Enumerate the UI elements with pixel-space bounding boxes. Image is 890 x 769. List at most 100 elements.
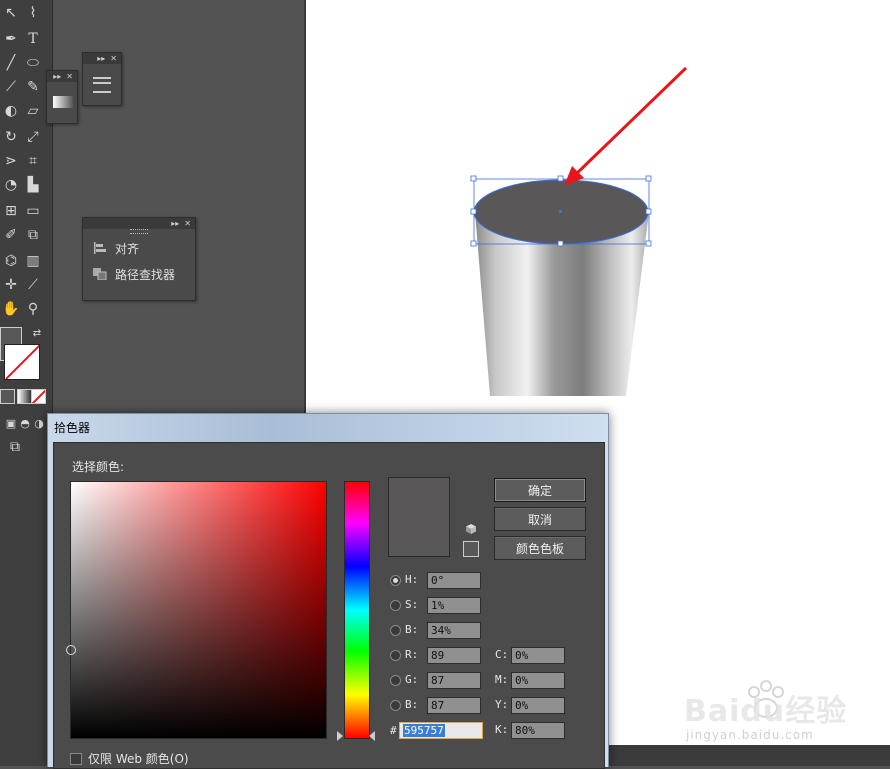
watermark-brand: Baidu经验 xyxy=(684,694,848,729)
color-field[interactable] xyxy=(66,481,327,739)
shape-builder-tool-icon[interactable]: ◔ xyxy=(0,174,22,196)
blob-brush-tool-icon[interactable]: ◐ xyxy=(0,100,22,122)
collapsed-panel-menu[interactable]: ▸▸ ✕ xyxy=(82,52,122,106)
yellow-label: Y: xyxy=(495,698,509,711)
hex-label: # xyxy=(390,724,397,737)
baidu-watermark: Baidu经验 jingyan.baidu.com xyxy=(682,672,882,752)
align-icon xyxy=(93,242,107,254)
ok-button[interactable]: 确定 xyxy=(494,478,586,502)
green-label: G: xyxy=(405,673,419,686)
zoom-tool-icon[interactable]: ⚲ xyxy=(22,298,44,320)
panel-header: ▸▸ ✕ xyxy=(83,218,195,229)
red-radio[interactable] xyxy=(390,650,401,661)
color-picker-dialog: 拾色器 选择颜色: 确定 取消 颜色色板 H: 0° S: 1% B: 34% … xyxy=(47,413,609,769)
width-tool-icon[interactable]: ⋗ xyxy=(0,150,22,172)
blend-tool-icon[interactable]: ⧉ xyxy=(22,224,44,246)
brightness-input[interactable]: 34% xyxy=(427,622,481,639)
pathfinder-icon xyxy=(93,268,107,281)
align-panel-item[interactable]: 对齐 xyxy=(83,235,195,261)
hex-input[interactable]: 595757 xyxy=(399,722,483,739)
type-tool-icon[interactable]: T xyxy=(22,28,44,50)
perspective-grid-tool-icon[interactable]: ▙ xyxy=(22,174,44,196)
black-label: K: xyxy=(495,723,509,736)
rotate-tool-icon[interactable]: ↻ xyxy=(0,126,22,148)
column-graph-tool-icon[interactable]: ▥ xyxy=(22,250,44,272)
hue-slider-right-arrow[interactable] xyxy=(369,731,375,741)
pen-tool-icon[interactable]: ✒ xyxy=(0,28,22,50)
magenta-label: M: xyxy=(495,673,509,686)
center-point xyxy=(559,210,562,213)
red-input[interactable]: 89 xyxy=(427,647,481,664)
blue-radio[interactable] xyxy=(390,700,401,711)
magenta-input[interactable]: 0% xyxy=(511,672,565,689)
scale-tool-icon[interactable]: ⤢ xyxy=(22,126,44,148)
paintbrush-tool-icon[interactable]: ⟋ xyxy=(0,76,22,98)
collapsed-gradient-panel[interactable]: ▸▸ ✕ xyxy=(46,70,78,124)
hue-input[interactable]: 0° xyxy=(427,572,481,589)
cyan-input[interactable]: 0% xyxy=(511,647,565,664)
expand-icon[interactable]: ▸▸ xyxy=(53,72,61,81)
none-mode-button[interactable] xyxy=(31,389,46,404)
gradient-mode-button[interactable] xyxy=(17,389,32,404)
close-icon[interactable]: ✕ xyxy=(110,54,117,63)
current-color-swatch xyxy=(388,477,450,557)
eyedropper-tool-icon[interactable]: ✐ xyxy=(0,224,22,246)
hue-slider-left-arrow[interactable] xyxy=(337,731,343,741)
expand-icon[interactable]: ▸▸ xyxy=(97,54,105,63)
screen-mode-icon[interactable]: ⧉ xyxy=(4,436,26,458)
pathfinder-panel-item[interactable]: 路径查找器 xyxy=(83,261,195,287)
color-mode-button[interactable] xyxy=(0,389,15,404)
web-colors-only-checkbox[interactable] xyxy=(70,753,82,765)
brightness-radio[interactable] xyxy=(390,625,401,636)
eraser-tool-icon[interactable]: ▱ xyxy=(22,100,44,122)
symbol-sprayer-tool-icon[interactable]: ⌬ xyxy=(0,250,22,272)
dialog-title: 拾色器 xyxy=(54,421,91,435)
selection-tool-icon[interactable]: ↖ xyxy=(0,2,22,24)
line-tool-icon[interactable]: ╱ xyxy=(0,52,22,74)
out-of-gamut-cube-icon[interactable] xyxy=(465,523,477,535)
select-color-label: 选择颜色: xyxy=(72,460,125,474)
stroke-swatch[interactable] xyxy=(4,344,40,380)
saturation-input[interactable]: 1% xyxy=(427,597,481,614)
web-colors-only-label: 仅限 Web 颜色(O) xyxy=(88,752,189,766)
cup-artwork[interactable] xyxy=(306,0,890,420)
free-transform-tool-icon[interactable]: ⌗ xyxy=(22,150,44,172)
annotation-arrow-shaft xyxy=(572,66,688,178)
color-swatches-button[interactable]: 颜色色板 xyxy=(494,536,586,560)
pathfinder-label: 路径查找器 xyxy=(115,267,176,282)
artboard-tool-icon[interactable]: ✛ xyxy=(0,274,22,296)
watermark-url: jingyan.baidu.com xyxy=(686,728,814,742)
close-icon[interactable]: ✕ xyxy=(184,219,191,228)
align-label: 对齐 xyxy=(115,241,140,256)
slice-tool-icon[interactable]: ⟋ xyxy=(22,274,44,296)
cancel-button[interactable]: 取消 xyxy=(494,507,586,531)
hue-radio[interactable] xyxy=(390,575,401,586)
yellow-input[interactable]: 0% xyxy=(511,697,565,714)
cyan-label: C: xyxy=(495,648,509,661)
websafe-color-swatch[interactable] xyxy=(463,541,479,557)
lasso-tool-icon[interactable]: ⌇ xyxy=(22,2,44,24)
hue-slider[interactable] xyxy=(344,481,370,739)
panel-header: ▸▸ ✕ xyxy=(47,71,77,82)
black-input[interactable]: 80% xyxy=(511,722,565,739)
brightness-label: B: xyxy=(405,623,419,636)
saturation-radio[interactable] xyxy=(390,600,401,611)
pencil-tool-icon[interactable]: ✎ xyxy=(22,76,44,98)
close-icon[interactable]: ✕ xyxy=(66,72,73,81)
color-field-cursor[interactable] xyxy=(66,645,76,655)
ellipse-tool-icon[interactable]: ⬭ xyxy=(22,52,44,74)
dialog-body: 选择颜色: 确定 取消 颜色色板 H: 0° S: 1% B: 34% R: 8… xyxy=(53,442,605,769)
gradient-tool-icon[interactable]: ▭ xyxy=(22,200,44,222)
gradient-thumb[interactable] xyxy=(53,96,73,108)
hue-label: H: xyxy=(405,573,419,586)
expand-icon[interactable]: ▸▸ xyxy=(171,219,179,228)
saturation-label: S: xyxy=(405,598,419,611)
green-input[interactable]: 87 xyxy=(427,672,481,689)
blue-input[interactable]: 87 xyxy=(427,697,481,714)
menu-icon[interactable] xyxy=(93,77,111,93)
mesh-tool-icon[interactable]: ⊞ xyxy=(0,200,22,222)
swap-fill-stroke-icon[interactable]: ⇄ xyxy=(26,322,48,344)
red-label: R: xyxy=(405,648,419,661)
hand-tool-icon[interactable]: ✋ xyxy=(0,298,22,320)
green-radio[interactable] xyxy=(390,675,401,686)
